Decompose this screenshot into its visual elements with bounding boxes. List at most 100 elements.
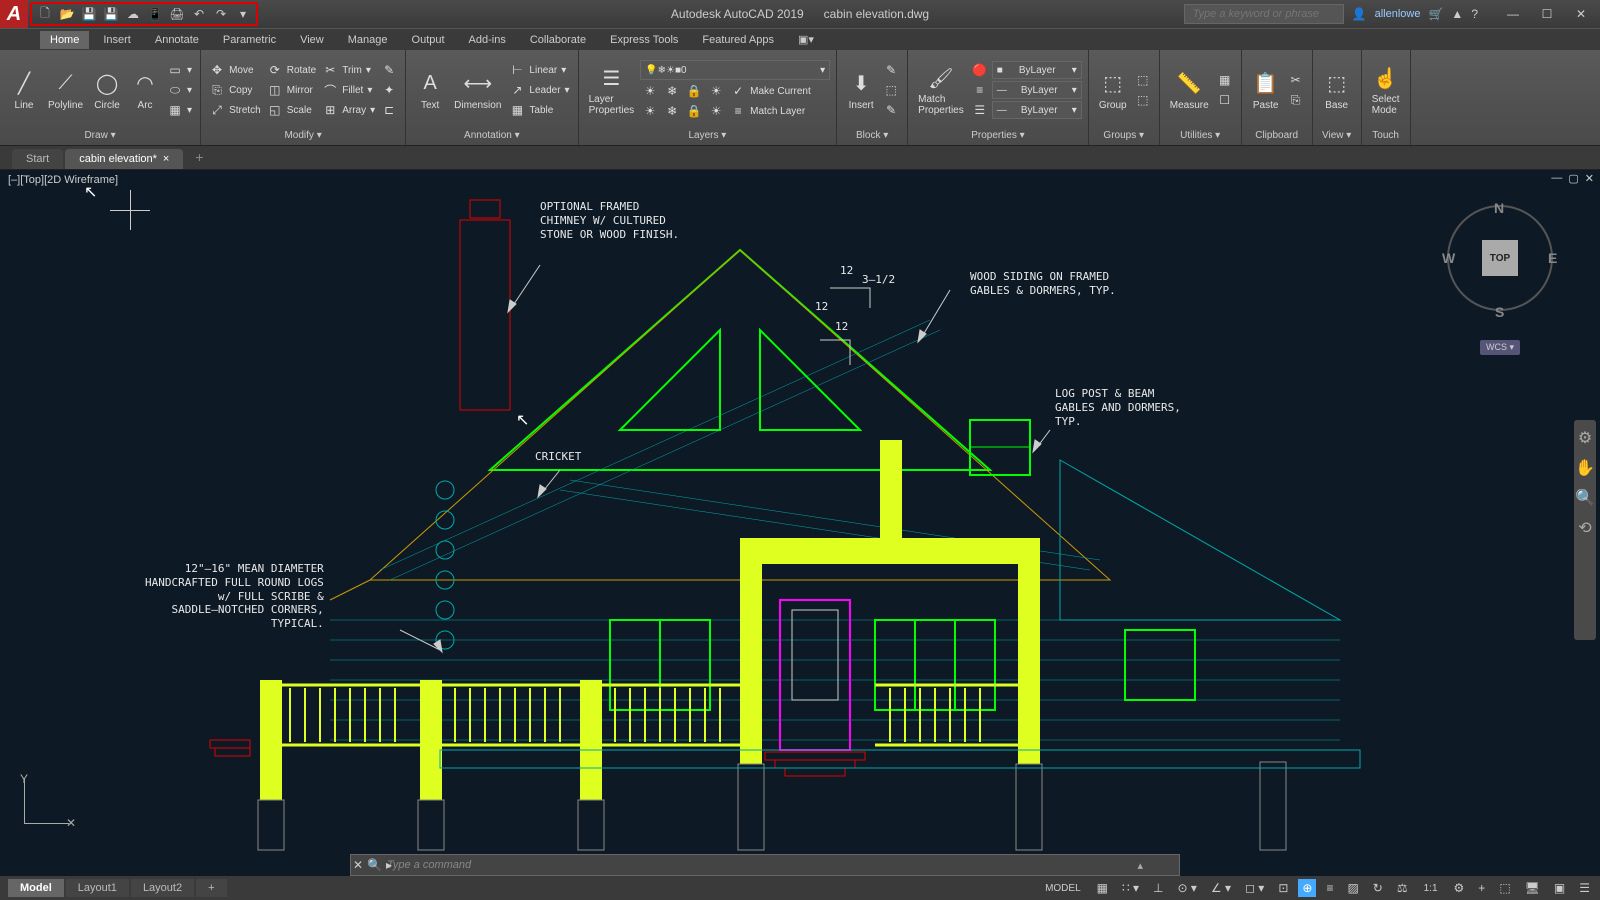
viewcube-face[interactable]: TOP	[1482, 240, 1518, 276]
cmdline-search-icon[interactable]: 🔍	[367, 858, 382, 872]
tab-express[interactable]: Express Tools	[600, 31, 688, 49]
text-button[interactable]: AText	[412, 68, 448, 113]
stretch-button[interactable]: ⤢Stretch	[207, 101, 263, 119]
tab-annotate[interactable]: Annotate	[145, 31, 209, 49]
qat-dropdown-icon[interactable]: ▾	[234, 5, 252, 23]
status-lw-icon[interactable]: ≡	[1322, 879, 1337, 897]
new-icon[interactable]: 🗋	[36, 5, 54, 23]
tab-insert[interactable]: Insert	[93, 31, 141, 49]
nav-pan-icon[interactable]: ✋	[1575, 458, 1595, 478]
nav-orbit-icon[interactable]: ⟲	[1578, 518, 1591, 538]
group-icon-1[interactable]: ⬚	[1133, 71, 1153, 89]
block-icon-3[interactable]: ✎	[881, 101, 901, 119]
wcs-dropdown[interactable]: WCS ▾	[1480, 340, 1520, 355]
linear-button[interactable]: ⊢Linear ▾	[507, 61, 571, 79]
status-scale[interactable]: 1:1	[1418, 881, 1444, 896]
status-dyn-icon[interactable]: ⊕	[1298, 879, 1316, 897]
block-icon-1[interactable]: ✎	[881, 61, 901, 79]
viewcube[interactable]: TOP N S E W WCS ▾	[1440, 190, 1560, 330]
layer-icon-6[interactable]: ❄	[662, 102, 682, 120]
panel-annotation[interactable]: Annotation ▾	[412, 128, 571, 143]
copy-button[interactable]: ⎘Copy	[207, 81, 263, 99]
panel-utilities[interactable]: Utilities ▾	[1166, 128, 1235, 143]
move-button[interactable]: ✥Move	[207, 61, 263, 79]
status-clean-icon[interactable]: ▣	[1550, 879, 1569, 897]
panel-modify[interactable]: Modify ▾	[207, 128, 399, 143]
redo-icon[interactable]: ↷	[212, 5, 230, 23]
copy-clip-icon[interactable]: ⎘	[1286, 91, 1306, 109]
arc-button[interactable]: ◠Arc	[127, 68, 163, 113]
nav-bar[interactable]: ⚙ ✋ 🔍 ⟲	[1574, 420, 1596, 640]
status-snap-icon[interactable]: ∷ ▾	[1118, 879, 1143, 897]
linew-icon[interactable]: ≡	[970, 81, 990, 99]
help-search-input[interactable]	[1184, 4, 1344, 24]
viewport-label[interactable]: [–][Top][2D Wireframe]	[8, 174, 118, 186]
ellipse-icon[interactable]: ⬭▾	[165, 81, 194, 99]
vp-minimize-icon[interactable]: —	[1551, 172, 1562, 185]
user-name[interactable]: allenlowe	[1375, 8, 1421, 20]
base-button[interactable]: ⬚Base	[1319, 68, 1355, 113]
status-otrack-icon[interactable]: ⊡	[1274, 879, 1292, 897]
measure-button[interactable]: 📏Measure	[1166, 68, 1213, 113]
status-anno-icon[interactable]: ⚖	[1393, 879, 1412, 897]
tab-output[interactable]: Output	[402, 31, 455, 49]
saveas-icon[interactable]: 💾	[102, 5, 120, 23]
color-dropdown[interactable]: ■ ByLayer ▾	[992, 61, 1082, 79]
cut-icon[interactable]: ✂	[1286, 71, 1306, 89]
paste-button[interactable]: 📋Paste	[1248, 68, 1284, 113]
open-icon[interactable]: 📂	[58, 5, 76, 23]
explode-icon[interactable]: ✦	[379, 81, 399, 99]
status-gear-icon[interactable]: ⚙	[1450, 879, 1469, 897]
save-icon[interactable]: 💾	[80, 5, 98, 23]
status-model[interactable]: MODEL	[1039, 881, 1087, 896]
tab-view[interactable]: View	[290, 31, 334, 49]
cloud-icon[interactable]: ☁	[124, 5, 142, 23]
leader-button[interactable]: ↗Leader ▾	[507, 81, 571, 99]
print-icon[interactable]: 🖨	[168, 5, 186, 23]
a360-icon[interactable]: ▲	[1451, 7, 1463, 21]
match-layer-button[interactable]: ≡Match Layer	[728, 102, 807, 120]
layer-icon-1[interactable]: ☀	[640, 82, 660, 100]
layout-1[interactable]: Layout1	[66, 879, 129, 897]
layer-icon-5[interactable]: ☀	[640, 102, 660, 120]
color-icon[interactable]: 🔴	[970, 61, 990, 79]
status-trans-icon[interactable]: ▨	[1343, 879, 1362, 897]
layer-icon-3[interactable]: 🔒	[684, 82, 704, 100]
status-cycle-icon[interactable]: ↻	[1369, 879, 1387, 897]
minimize-button[interactable]: —	[1498, 4, 1528, 24]
panel-block[interactable]: Block ▾	[843, 128, 901, 143]
tab-overflow-icon[interactable]: ▣▾	[788, 30, 824, 49]
rotate-button[interactable]: ⟳Rotate	[265, 61, 318, 79]
group-button[interactable]: ⬚Group	[1095, 68, 1131, 113]
status-monitor-icon[interactable]: 🖥	[1521, 879, 1544, 897]
layer-properties-button[interactable]: ☰Layer Properties	[585, 62, 639, 118]
layer-icon-4[interactable]: ☀	[706, 82, 726, 100]
block-icon-2[interactable]: ⬚	[881, 81, 901, 99]
layout-add-button[interactable]: +	[196, 879, 226, 897]
status-osnap-icon[interactable]: ◻ ▾	[1241, 879, 1268, 897]
group-icon-2[interactable]: ⬚	[1133, 91, 1153, 109]
make-current-button[interactable]: ✓Make Current	[728, 82, 813, 100]
command-line[interactable]: ✕ 🔍 ▸ Type a command ▴	[350, 854, 1180, 876]
help-icon[interactable]: ?	[1471, 7, 1478, 21]
dimension-button[interactable]: ⟷Dimension	[450, 68, 505, 113]
compass-n[interactable]: N	[1494, 200, 1504, 216]
cmdline-close-icon[interactable]: ✕	[353, 858, 363, 872]
erase-icon[interactable]: ✎	[379, 61, 399, 79]
match-properties-button[interactable]: 🖌Match Properties	[914, 62, 968, 118]
list-icon[interactable]: ☰	[970, 101, 990, 119]
polyline-button[interactable]: ⟋Polyline	[44, 68, 87, 113]
status-grid-icon[interactable]: ▦	[1093, 879, 1112, 897]
status-ortho-icon[interactable]: ⊥	[1149, 879, 1167, 897]
nav-zoom-icon[interactable]: 🔍	[1575, 488, 1595, 508]
filetab-close-icon[interactable]: ×	[163, 153, 169, 165]
panel-groups[interactable]: Groups ▾	[1095, 128, 1153, 143]
undo-icon[interactable]: ↶	[190, 5, 208, 23]
layer-icon-7[interactable]: 🔒	[684, 102, 704, 120]
exchange-icon[interactable]: 🛒	[1428, 7, 1443, 21]
trim-button[interactable]: ✂Trim ▾	[320, 61, 377, 79]
scale-button[interactable]: ◱Scale	[265, 101, 318, 119]
util-icon-1[interactable]: ▦	[1215, 71, 1235, 89]
table-button[interactable]: ▦Table	[507, 101, 571, 119]
layer-dropdown[interactable]: 💡❄☀■ 0▾	[640, 60, 830, 80]
